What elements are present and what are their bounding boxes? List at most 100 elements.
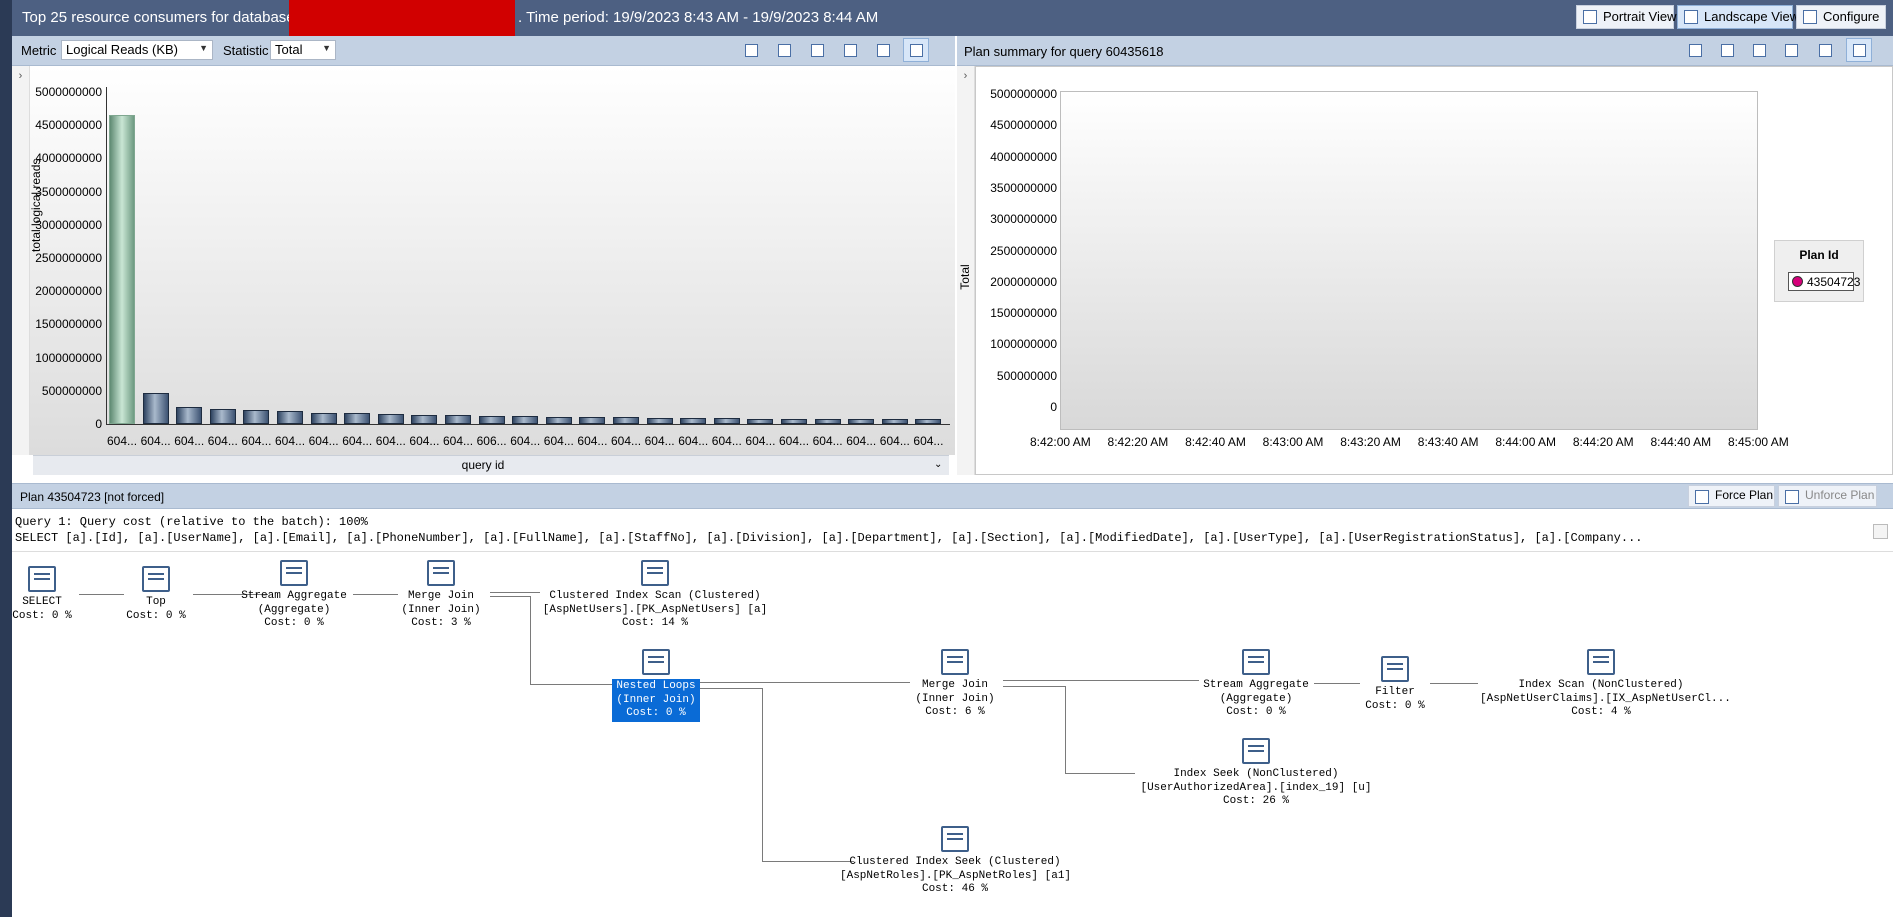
force-plan-button[interactable]: Force Plan bbox=[1688, 485, 1775, 507]
bar[interactable] bbox=[646, 417, 673, 424]
force-plan-toolbar-button[interactable] bbox=[1714, 38, 1740, 62]
bar[interactable] bbox=[545, 416, 572, 424]
plan-node-nested-loops[interactable]: Nested Loops (Inner Join) Cost: 0 % bbox=[612, 649, 700, 722]
grid-icon bbox=[844, 44, 857, 57]
y-tick-label: 3500000000 bbox=[990, 180, 1057, 195]
y-tick-label: 5000000000 bbox=[990, 87, 1057, 101]
x-tick-label: 604... bbox=[342, 434, 373, 448]
legend-marker-icon bbox=[1792, 276, 1803, 287]
metric-label: Metric bbox=[21, 43, 57, 58]
plan-node-stream-aggregate-1[interactable]: Stream Aggregate (Aggregate) Cost: 0 % bbox=[232, 560, 356, 631]
plan-node-top[interactable]: Top Cost: 0 % bbox=[120, 566, 192, 623]
plan-node-merge-join-1[interactable]: Merge Join (Inner Join) Cost: 3 % bbox=[400, 560, 482, 631]
bar[interactable] bbox=[512, 416, 539, 424]
plan-node-index-seek[interactable]: Index Seek (NonClustered) [UserAuthorized… bbox=[1138, 738, 1374, 809]
plan-node-index-scan[interactable]: Index Scan (NonClustered) [AspNetUserClai… bbox=[1480, 649, 1731, 720]
x-tick-label: 8:42:40 AM bbox=[1185, 435, 1246, 449]
compare-plans-button[interactable] bbox=[1778, 38, 1804, 62]
x-tick-label: 604... bbox=[443, 434, 474, 448]
edge-filter-agg2 bbox=[1314, 683, 1360, 684]
plan-node-select[interactable]: SELECT Cost: 0 % bbox=[10, 566, 74, 623]
y-tick-label: 1000000000 bbox=[35, 350, 102, 365]
unforce-plan-button[interactable]: Unforce Plan bbox=[1778, 485, 1877, 507]
left-collapse-gutter[interactable]: › bbox=[12, 66, 30, 455]
y-tick-label: 4500000000 bbox=[990, 118, 1057, 133]
plan-node-merge-join-2[interactable]: Merge Join (Inner Join) Cost: 6 % bbox=[912, 649, 998, 720]
x-tick-label: 604... bbox=[107, 434, 138, 448]
bar[interactable] bbox=[142, 392, 169, 424]
plan-node-stream-aggregate-2[interactable]: Stream Aggregate (Aggregate) Cost: 0 % bbox=[1200, 649, 1312, 720]
x-tick-label: 8:45:00 AM bbox=[1728, 435, 1789, 449]
bar[interactable] bbox=[109, 115, 135, 424]
grid-view-button-right[interactable] bbox=[1812, 38, 1838, 62]
query-cost-line: Query 1: Query cost (relative to the bat… bbox=[15, 515, 368, 529]
bar[interactable] bbox=[243, 410, 270, 424]
x-tick-label: 8:43:20 AM bbox=[1340, 435, 1401, 449]
plan-node-clustered-index-seek[interactable]: Clustered Index Seek (Clustered) [AspNetR… bbox=[840, 826, 1071, 897]
landscape-view-button[interactable]: Landscape View bbox=[1677, 5, 1799, 29]
x-tick-label: 604... bbox=[275, 434, 306, 448]
clustered-index-scan-icon bbox=[641, 560, 669, 586]
nested-loops-icon bbox=[642, 649, 670, 675]
bar[interactable] bbox=[445, 415, 471, 424]
bar[interactable] bbox=[915, 419, 942, 424]
bar[interactable] bbox=[781, 418, 807, 424]
grid-view-button[interactable] bbox=[837, 38, 863, 62]
configure-button[interactable]: Configure bbox=[1796, 5, 1886, 29]
bar[interactable] bbox=[176, 407, 203, 424]
bar[interactable] bbox=[814, 419, 841, 424]
bar[interactable] bbox=[848, 419, 875, 424]
x-axis-expand-chevron-icon[interactable]: ⌄ bbox=[934, 459, 942, 470]
chart-view-button[interactable] bbox=[903, 38, 929, 62]
y-tick-label: 4000000000 bbox=[990, 149, 1057, 164]
edge-iseek-merge2-h2 bbox=[1065, 773, 1135, 774]
bar[interactable] bbox=[478, 416, 505, 424]
statistic-dropdown[interactable]: Total ▼ bbox=[270, 40, 336, 60]
plan-node-clustered-index-scan[interactable]: Clustered Index Scan (Clustered) [AspNetU… bbox=[540, 560, 770, 631]
refresh-button-right[interactable] bbox=[1682, 38, 1708, 62]
select-icon bbox=[28, 566, 56, 592]
y-tick-label: 2500000000 bbox=[35, 251, 102, 265]
legend-item-plan[interactable]: 43504723 bbox=[1788, 272, 1860, 291]
y-tick-label: 500000000 bbox=[996, 368, 1057, 383]
top-icon bbox=[142, 566, 170, 592]
edge-nl-merge-v bbox=[530, 596, 531, 684]
plan-node-filter[interactable]: Filter Cost: 0 % bbox=[1362, 656, 1428, 713]
edge-seek-nl-h bbox=[700, 688, 762, 689]
bar[interactable] bbox=[411, 414, 438, 424]
bar[interactable] bbox=[613, 417, 639, 424]
metric-dropdown[interactable]: Logical Reads (KB) ▼ bbox=[61, 40, 213, 60]
bar[interactable] bbox=[747, 418, 774, 424]
refresh-button[interactable] bbox=[738, 38, 764, 62]
y-tick-label: 1000000000 bbox=[990, 337, 1057, 352]
bar[interactable] bbox=[680, 418, 707, 424]
x-tick-label: 604... bbox=[409, 434, 440, 448]
y-tick-label: 0 bbox=[1050, 400, 1057, 414]
legend-title: Plan Id bbox=[1799, 248, 1839, 262]
unforce-plan-icon bbox=[1785, 490, 1799, 504]
x-tick-label: 604... bbox=[711, 434, 742, 448]
plan-summary-plot bbox=[1060, 91, 1758, 430]
bar[interactable] bbox=[881, 419, 908, 424]
view-query-button[interactable] bbox=[804, 38, 830, 62]
chart-view-button-right[interactable] bbox=[1846, 38, 1872, 62]
report-title-suffix: . Time period: 19/9/2023 8:43 AM - 19/9/… bbox=[518, 9, 879, 26]
expand-query-button[interactable] bbox=[1873, 524, 1888, 539]
bar[interactable] bbox=[209, 408, 236, 424]
edge-merge2-nl bbox=[700, 682, 910, 683]
bar[interactable] bbox=[713, 418, 740, 424]
left-x-axis bbox=[106, 424, 950, 425]
x-tick-label: 604... bbox=[745, 434, 776, 448]
track-query-button[interactable] bbox=[771, 38, 797, 62]
grid-expanded-button[interactable] bbox=[870, 38, 896, 62]
bar[interactable] bbox=[579, 417, 606, 424]
x-tick-label: 604... bbox=[543, 434, 574, 448]
unforce-plan-toolbar-button[interactable] bbox=[1746, 38, 1772, 62]
bar[interactable] bbox=[377, 414, 404, 424]
view-query-icon bbox=[811, 44, 824, 57]
bar[interactable] bbox=[310, 412, 337, 424]
bar[interactable] bbox=[344, 413, 371, 424]
configure-icon bbox=[1803, 10, 1817, 24]
portrait-view-button[interactable]: Portrait View bbox=[1576, 5, 1676, 29]
bar[interactable] bbox=[277, 411, 303, 424]
